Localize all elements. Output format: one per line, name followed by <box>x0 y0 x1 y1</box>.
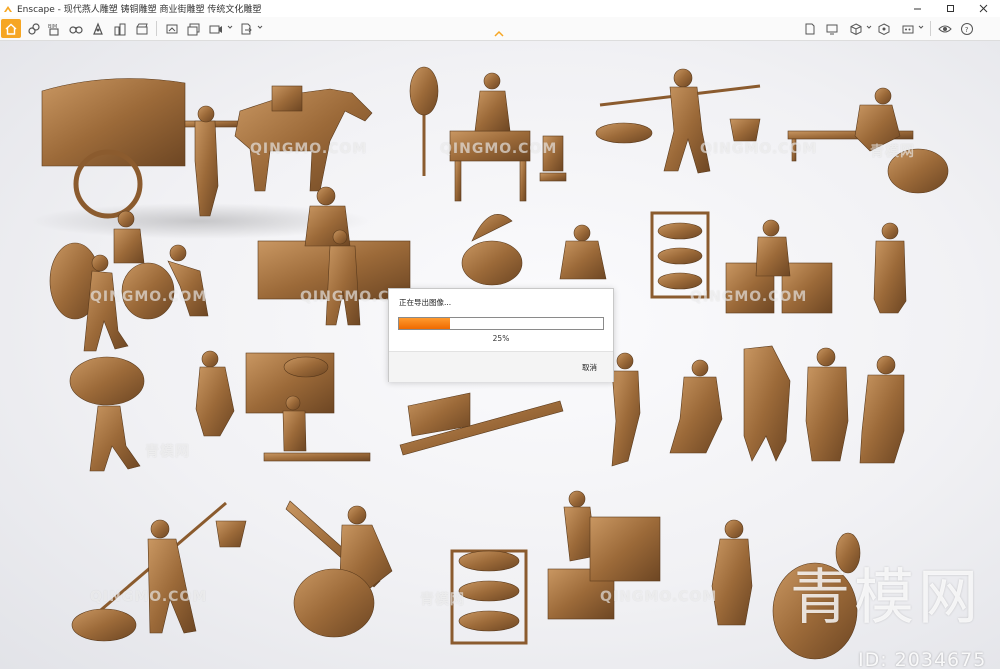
maximize-icon <box>947 5 954 12</box>
help-icon: ? <box>961 22 973 35</box>
chevron-down-icon[interactable] <box>227 23 233 31</box>
tree-sculpture <box>409 66 439 176</box>
buildings-icon <box>114 23 126 35</box>
binoculars-icon <box>69 25 83 34</box>
watermark-text: QINGMO.COM <box>700 141 818 157</box>
watermark-text: QINGMO.COM <box>600 589 718 605</box>
export-file-icon <box>241 23 252 34</box>
help-button[interactable]: ? <box>957 19 977 38</box>
home-button[interactable] <box>1 19 21 38</box>
watermark-text: QINGMO.COM <box>250 141 368 157</box>
export-file-button[interactable] <box>236 19 256 38</box>
workshop-table-sculpture <box>195 350 371 462</box>
watermark-text: QINGMO.COM <box>90 589 208 605</box>
watermark-text: 青模网 <box>870 144 915 160</box>
monitor-button[interactable] <box>822 19 842 38</box>
minimize-button[interactable] <box>901 0 934 17</box>
cauldron-sculpture <box>461 214 523 286</box>
buildings-button[interactable] <box>110 19 130 38</box>
export-batch-button[interactable] <box>184 19 204 38</box>
cancel-button[interactable]: 取消 <box>582 362 597 373</box>
export-video-button[interactable] <box>206 19 226 38</box>
export-image-icon <box>166 24 178 33</box>
home-icon <box>5 23 17 35</box>
watermark-text: QINGMO.COM <box>90 289 208 305</box>
window-controls <box>901 0 1000 17</box>
id-label: ID: 2034675 <box>858 649 987 669</box>
monitor-icon <box>826 24 838 34</box>
enscape-logo-icon <box>4 5 12 12</box>
export-batch-icon <box>187 23 200 35</box>
toolbar-separator <box>930 21 931 36</box>
cube-button[interactable] <box>846 19 866 38</box>
export-video-icon <box>209 25 222 33</box>
warrior-sculpture <box>873 222 907 314</box>
asset-icon <box>93 21 103 35</box>
watermark-text: QINGMO.COM <box>440 141 558 157</box>
close-button[interactable] <box>967 0 1000 17</box>
eye-button[interactable] <box>935 19 955 38</box>
dialog-title: 正在导出图像... <box>399 298 452 307</box>
export-image-button[interactable] <box>162 19 182 38</box>
umbrella-woman-sculpture <box>69 356 145 472</box>
carpenter-sculpture <box>285 500 393 638</box>
export-progress-dialog: 正在导出图像... 25% 取消 <box>388 288 614 382</box>
progress-bar-fill <box>399 318 450 329</box>
clapperboard-icon <box>136 23 148 34</box>
document-button[interactable] <box>800 19 820 38</box>
watermark-text: QINGMO.COM <box>690 289 808 305</box>
link-icon <box>28 22 40 35</box>
close-icon <box>979 4 988 13</box>
maximize-button[interactable] <box>934 0 967 17</box>
settings-cube-button[interactable] <box>874 19 894 38</box>
bim-icon: BIM <box>48 24 59 36</box>
brand-watermark: 青模网 <box>790 563 982 633</box>
chevron-down-icon[interactable] <box>866 23 872 31</box>
cube-icon <box>850 22 862 35</box>
clapperboard-button[interactable] <box>132 19 152 38</box>
palette-button[interactable] <box>898 19 918 38</box>
svg-text:?: ? <box>965 26 969 34</box>
progress-percentage: 25% <box>492 334 510 343</box>
main-toolbar: BIM ? <box>0 17 1000 41</box>
kneeling-warrior-sculpture <box>669 359 723 454</box>
shelf-rack-sculpture <box>650 211 710 299</box>
watermark-text: 青模网 <box>145 444 190 460</box>
watermark-text: 青模网 <box>420 592 465 608</box>
pole-porter-sculpture <box>71 501 247 642</box>
bim-button[interactable]: BIM <box>44 19 64 38</box>
dialog-footer: 取消 <box>389 351 613 382</box>
food-vendor-sculpture <box>449 72 567 202</box>
warrior-group-sculpture <box>743 345 905 464</box>
document-icon <box>805 23 815 34</box>
window-title: Enscape - 现代燕人雕塑 铸铜雕塑 商业街雕塑 传统文化雕塑 <box>17 5 262 15</box>
palette-icon <box>902 25 914 33</box>
settings-cube-icon <box>878 22 890 35</box>
chevron-down-icon[interactable] <box>918 23 924 31</box>
woman-sculpture <box>711 519 753 626</box>
binoculars-button[interactable] <box>66 19 86 38</box>
porter-sculpture <box>595 68 761 174</box>
link-button[interactable] <box>24 19 44 38</box>
minimize-icon <box>914 8 921 10</box>
seated-cook-sculpture <box>559 224 607 280</box>
progress-bar <box>398 317 604 330</box>
collapse-toolbar-icon[interactable] <box>494 30 504 37</box>
title-bar: Enscape - 现代燕人雕塑 铸铜雕塑 商业街雕塑 传统文化雕塑 <box>0 0 1000 18</box>
toolbar-separator <box>156 21 157 36</box>
eye-icon <box>938 25 952 32</box>
chevron-down-icon[interactable] <box>257 23 263 31</box>
asset-library-button[interactable] <box>88 19 108 38</box>
